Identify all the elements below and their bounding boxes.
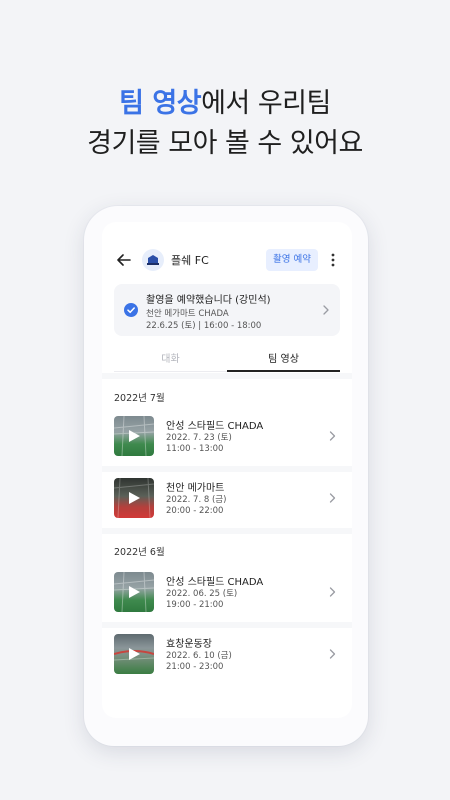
video-time: 11:00 - 13:00 [166, 444, 224, 454]
notice-title: 촬영을 예약했습니다 (강민석) [146, 295, 271, 306]
app-bar: 플쉐 FC 촬영 예약 [102, 246, 352, 274]
more-vertical-icon[interactable] [326, 250, 340, 270]
video-list-item[interactable]: 천안 메가마트 2022. 7. 8 (금) 20:00 - 22:00 [102, 470, 352, 526]
video-title: 안성 스타필드 CHADA [166, 421, 264, 432]
chevron-right-icon [329, 431, 336, 441]
promo-headline: 팀 영상에서 우리팀 경기를 모아 볼 수 있어요 [0, 84, 450, 164]
video-title: 안성 스타필드 CHADA [166, 577, 264, 588]
video-thumbnail [114, 416, 154, 456]
chevron-right-icon [323, 305, 329, 315]
headline-line-1-rest: 에서 우리팀 [201, 88, 331, 119]
headline-line-1: 팀 영상에서 우리팀 [0, 84, 450, 124]
video-thumbnail [114, 572, 154, 612]
video-date: 2022. 7. 23 (토) [166, 433, 232, 443]
reservation-notice-card[interactable]: 촬영을 예약했습니다 (강민석) 천안 메가마트 CHADA 22.6.25 (… [114, 284, 340, 336]
play-icon [129, 430, 140, 442]
chevron-right-icon [329, 649, 336, 659]
play-icon [129, 648, 140, 660]
video-list-item[interactable]: 안성 스타필드 CHADA 2022. 06. 25 (토) 19:00 - 2… [102, 564, 352, 620]
section-title-june: 2022년 6월 [114, 547, 165, 558]
video-date: 2022. 6. 10 (금) [166, 651, 232, 661]
section-divider [102, 528, 352, 534]
video-title: 천안 메가마트 [166, 483, 225, 494]
tab-team-video[interactable]: 팀 영상 [227, 350, 340, 365]
video-date: 2022. 7. 8 (금) [166, 495, 227, 505]
video-list-item[interactable]: 효창운동장 2022. 6. 10 (금) 21:00 - 23:00 [102, 626, 352, 682]
check-circle-icon [124, 303, 138, 317]
play-icon [129, 586, 140, 598]
section-divider [102, 373, 352, 379]
tab-bar: 대화 팀 영상 [114, 344, 340, 372]
video-time: 19:00 - 21:00 [166, 600, 224, 610]
notice-place: 천안 메가마트 CHADA [146, 309, 229, 319]
video-time: 20:00 - 22:00 [166, 506, 224, 516]
video-time: 21:00 - 23:00 [166, 662, 224, 672]
section-title-july: 2022년 7월 [114, 393, 165, 404]
headline-accent: 팀 영상 [119, 88, 202, 119]
notice-time: 22.6.25 (토) | 16:00 - 18:00 [146, 321, 262, 331]
team-name: 플쉐 FC [171, 254, 209, 267]
reserve-filming-button[interactable]: 촬영 예약 [266, 249, 318, 271]
video-thumbnail [114, 634, 154, 674]
app-screen: 플쉐 FC 촬영 예약 촬영을 예약했습니다 (강민석) 천안 메가마트 CHA… [102, 222, 352, 718]
video-thumbnail [114, 478, 154, 518]
active-tab-indicator [227, 370, 340, 372]
video-title: 효창운동장 [166, 639, 212, 650]
team-logo-icon [142, 249, 164, 271]
back-arrow-icon[interactable] [114, 250, 134, 270]
video-date: 2022. 06. 25 (토) [166, 589, 238, 599]
play-icon [129, 492, 140, 504]
tab-chat[interactable]: 대화 [114, 350, 227, 365]
chevron-right-icon [329, 587, 336, 597]
headline-line-2: 경기를 모아 볼 수 있어요 [87, 128, 363, 159]
video-list-item[interactable]: 안성 스타필드 CHADA 2022. 7. 23 (토) 11:00 - 13… [102, 408, 352, 464]
chevron-right-icon [329, 493, 336, 503]
